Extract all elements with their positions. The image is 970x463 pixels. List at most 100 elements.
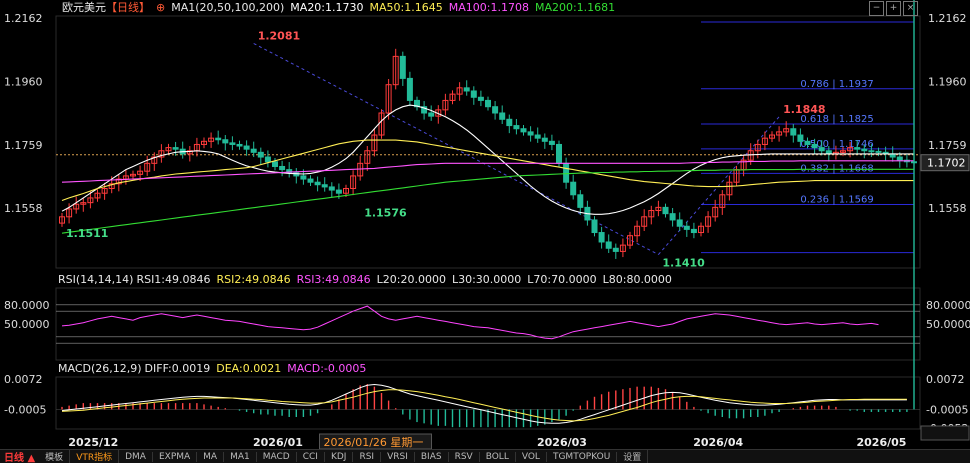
candle-body <box>485 99 491 108</box>
minus-icon[interactable]: − <box>869 1 884 16</box>
ma-indicator-label[interactable]: MA1(20,50,100,200) <box>171 1 284 14</box>
ma-line-ma200 <box>61 168 914 234</box>
trend-line-up <box>658 116 780 255</box>
candle-body <box>896 156 903 161</box>
candle-body <box>257 151 264 158</box>
candle-body <box>513 125 520 130</box>
indicator-tab[interactable]: DMA <box>119 451 153 462</box>
current-price-value: 1.1702 <box>927 157 966 170</box>
candle-body <box>428 112 435 117</box>
fib-label-fib786: 0.786 | 1.1937 <box>800 79 873 90</box>
period-selector[interactable]: 日线 ▲ <box>0 450 39 463</box>
candle-body <box>804 140 811 145</box>
price-tick-right: 1.1558 <box>928 202 967 215</box>
price-annotation-low3: 1.1410 <box>662 257 705 270</box>
diff-value: DIFF:0.0019 <box>144 362 211 375</box>
macd-tick-left: 0.0072 <box>4 373 43 386</box>
candle-body <box>492 106 499 114</box>
candle-body <box>272 161 278 167</box>
rsi-header: RSI(14,14,14) RSI1:49.0846 RSI2:49.0846 RSI… <box>58 272 678 288</box>
indicator-tab[interactable]: KDJ <box>325 451 354 462</box>
candle-body <box>279 165 286 171</box>
candle-body <box>612 247 619 252</box>
indicator-tab[interactable]: VOL <box>516 451 547 462</box>
macd-value: MACD:-0.0005 <box>287 362 367 375</box>
dea-value: DEA:0.0021 <box>216 362 282 375</box>
candle-body <box>463 87 470 92</box>
indicator-tab[interactable]: MACD <box>257 451 297 462</box>
candle-body <box>676 219 683 227</box>
candle-body <box>854 147 861 150</box>
date-tick: 2026/04 <box>693 436 743 449</box>
candle-body <box>669 213 676 221</box>
l80-value: L80:80.0000 <box>602 273 672 286</box>
macd-tick-left: -0.0005 <box>4 403 46 416</box>
window-controls: − + × <box>869 1 918 16</box>
macd-label[interactable]: MACD(26,12,9) <box>58 362 142 375</box>
indicator-tab[interactable]: BIAS <box>415 451 449 462</box>
ma100-value: MA100:1.1708 <box>448 1 529 14</box>
indicator-tab[interactable]: BOLL <box>480 451 516 462</box>
indicator-tab[interactable]: MA <box>197 451 225 462</box>
candle-body <box>406 77 413 101</box>
candle-body <box>321 184 328 188</box>
settings-icon[interactable]: ⊕ <box>156 1 165 14</box>
rsi-tick-left: 50.0000 <box>4 318 50 331</box>
indicator-tab[interactable]: TGMTOPKOU <box>547 451 618 462</box>
candle-body <box>243 145 250 150</box>
fib-label-fib236: 0.236 | 1.1569 <box>800 195 873 206</box>
candle-body <box>790 128 797 136</box>
indicator-tab[interactable]: EXPMA <box>153 451 198 462</box>
candle-body <box>591 219 598 234</box>
candle-body <box>598 232 605 243</box>
price-tick-left: 1.1960 <box>4 76 43 89</box>
rsi-label[interactable]: RSI(14,14,14) <box>58 273 133 286</box>
price-tick-left: 1.1558 <box>4 202 43 215</box>
plus-icon[interactable]: + <box>886 1 901 16</box>
rsi2-value: RSI2:49.0846 <box>216 273 291 286</box>
date-tick: 2025/12 <box>68 436 118 449</box>
candle-body <box>577 194 584 208</box>
indicator-tab[interactable]: CCI <box>297 451 325 462</box>
candle-body <box>399 55 406 79</box>
price-tick-left: 1.2162 <box>4 12 43 25</box>
indicator-tab[interactable]: VTR指标 <box>70 450 120 463</box>
price-annotation-high1: 1.2081 <box>258 29 300 42</box>
candle-body <box>215 137 222 141</box>
date-tick: 2026/01 <box>253 436 303 449</box>
trading-chart-window: 1.2162 1.2162 1.1960 1.1960 1.1759 1.1759 1.15… <box>0 0 970 463</box>
candle-body <box>548 140 555 145</box>
candle-body <box>314 181 321 186</box>
candle-body <box>683 225 690 230</box>
candle-body <box>520 128 527 133</box>
indicator-tab[interactable]: 模板 <box>39 450 71 463</box>
main-chart-frame <box>55 15 921 269</box>
date-tick: 2026/03 <box>537 436 587 449</box>
main-chart-header: 欧元美元【日线】 ⊕ MA1(20,50,100,200) MA20:1.1730 MA… <box>62 0 621 16</box>
candle-body <box>605 241 612 249</box>
indicator-toolbar: 日线 ▲ 模板 VTR指标 DMA EXPMA MA MA1 MACD CCI KDJ RSI VRS… <box>0 449 970 463</box>
indicator-tab[interactable]: MA1 <box>224 451 257 462</box>
candle-body <box>307 178 314 183</box>
l70-value: L70:70.0000 <box>527 273 597 286</box>
price-annotation-high2: 1.1848 <box>783 103 825 116</box>
macd-tick-right: -0.0005 <box>926 403 968 416</box>
candle-body <box>875 150 882 153</box>
indicator-tab[interactable]: 设置 <box>617 450 649 463</box>
candle-body <box>300 175 307 180</box>
candle-body <box>335 189 342 194</box>
indicator-tab[interactable]: RSV <box>449 451 480 462</box>
indicator-tab[interactable]: VRSI <box>381 451 415 462</box>
price-tick-right: 1.1759 <box>928 139 967 152</box>
date-tick: 2026/05 <box>857 436 907 449</box>
close-icon[interactable]: × <box>903 1 918 16</box>
chart-canvas[interactable]: 1.2162 1.2162 1.1960 1.1960 1.1759 1.1759 1.15… <box>0 0 970 449</box>
indicator-tab[interactable]: RSI <box>353 451 382 462</box>
candle-body <box>690 228 697 234</box>
price-annotation-low1: 1.1511 <box>66 227 108 240</box>
candle-body <box>506 118 513 127</box>
period-label[interactable]: 【日线】 <box>106 1 150 14</box>
candle-body <box>868 150 875 153</box>
candle-body <box>797 134 804 142</box>
ma20-value: MA20:1.1730 <box>290 1 364 14</box>
